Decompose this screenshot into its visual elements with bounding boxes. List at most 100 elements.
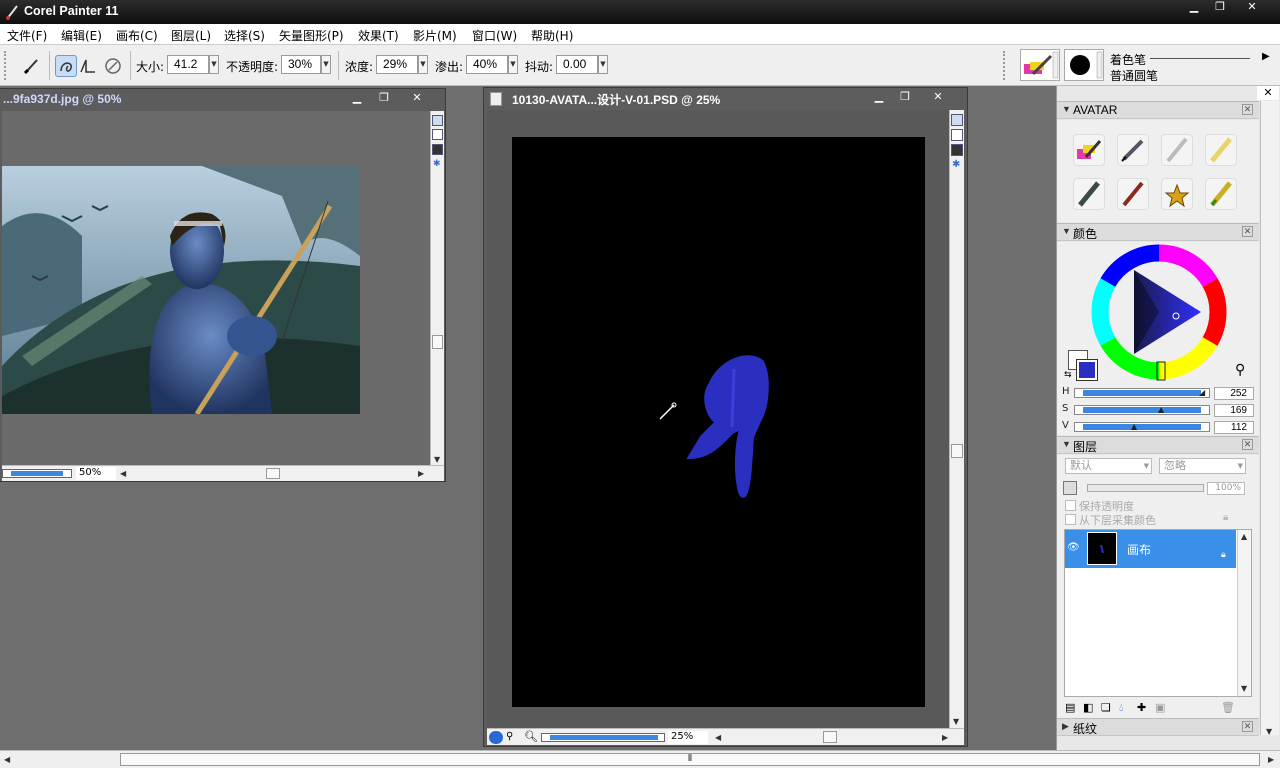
menu-edit[interactable]: 编辑(E)	[61, 27, 102, 44]
grip-handle[interactable]	[1003, 51, 1009, 80]
brush-chalk-icon[interactable]	[1205, 134, 1237, 166]
brush-fx-star-icon[interactable]	[1161, 178, 1193, 210]
size-dropdown[interactable]: ▼	[209, 55, 219, 74]
bleed-field[interactable]: 40%	[466, 55, 508, 74]
brush-pen-icon[interactable]	[1117, 134, 1149, 166]
minimize-app-button[interactable]: ▁	[1182, 0, 1206, 14]
clone-color-stamp-icon[interactable]: ⚲	[1235, 362, 1245, 378]
eye-visibility-icon[interactable]: 👁︎	[1067, 542, 1081, 554]
saturation-value[interactable]: 169	[1214, 404, 1254, 417]
new-layer-icon[interactable]: ✚	[1137, 701, 1146, 714]
avatar-palette-header[interactable]: ▼ AVATAR ✕	[1057, 101, 1259, 119]
layer-opacity-slider[interactable]	[1087, 484, 1204, 492]
magnifier-icon[interactable]: 🔍︎	[524, 731, 538, 744]
brush-colored-pencil-icon[interactable]	[1205, 178, 1237, 210]
menu-effects[interactable]: 效果(T)	[358, 27, 399, 44]
ref-vscroll-thumb[interactable]	[432, 335, 443, 349]
straight-line-icon[interactable]	[77, 55, 99, 77]
value-value[interactable]: 112	[1214, 421, 1254, 434]
jitter-dropdown[interactable]: ▼	[598, 55, 608, 74]
ref-zoom-slider[interactable]	[2, 469, 72, 478]
ref-minimize-button[interactable]: ▁	[348, 91, 366, 105]
main-zoom-field[interactable]: 25%	[668, 731, 708, 744]
size-field[interactable]: 41.2	[167, 55, 209, 74]
scroll-up-icon[interactable]: ▲	[1241, 532, 1247, 541]
menu-shapes[interactable]: 矢量图形(P)	[279, 27, 344, 44]
scroll-left-icon[interactable]: ◀	[715, 733, 721, 742]
preserve-transparency-checkbox[interactable]	[1065, 500, 1076, 511]
main-vscroll-thumb[interactable]	[951, 444, 963, 458]
delete-layer-icon[interactable]: 🗑︎	[1221, 701, 1235, 714]
layers-palette-header[interactable]: ▼ 图层 ✕	[1057, 436, 1259, 454]
ref-close-button[interactable]: ✕	[408, 91, 426, 105]
binoculars-icon[interactable]: ⚲	[506, 731, 520, 744]
scroll-down-icon[interactable]: ▼	[434, 455, 440, 464]
panel-close-button[interactable]: ✕	[1257, 86, 1279, 100]
bleed-dropdown[interactable]: ▼	[508, 55, 518, 74]
scroll-down-icon[interactable]: ▼	[1241, 684, 1247, 693]
menu-help[interactable]: 帮助(H)	[531, 27, 573, 44]
scroll-down-icon[interactable]: ▼	[1266, 727, 1272, 736]
brush-oil-icon[interactable]	[1117, 178, 1149, 210]
layer-lock-icon[interactable]: 🔒︎	[1221, 550, 1226, 560]
main-zoom-slider[interactable]	[541, 733, 665, 742]
palette-close-icon[interactable]: ✕	[1242, 439, 1253, 450]
layer-row-canvas[interactable]: 👁︎ 画布 🔒︎	[1065, 530, 1236, 568]
menu-select[interactable]: 选择(S)	[224, 27, 265, 44]
main-hscroll-thumb[interactable]	[823, 731, 837, 743]
scroll-left-icon[interactable]: ◀	[120, 469, 126, 478]
opacity-dropdown[interactable]: ▼	[321, 55, 331, 74]
menu-movie[interactable]: 影片(M)	[413, 27, 457, 44]
palette-close-icon[interactable]: ✕	[1242, 104, 1253, 115]
brush-tool-icon[interactable]	[21, 55, 43, 77]
collapse-arrow-icon[interactable]: ▼	[1062, 104, 1071, 114]
grip-handle[interactable]	[4, 51, 8, 80]
jitter-field[interactable]: 0.00	[556, 55, 598, 74]
group-layers-icon[interactable]: ❏	[1101, 701, 1111, 714]
brush-paint-icon[interactable]	[1073, 134, 1105, 166]
swap-colors-icon[interactable]: ⇆	[1064, 370, 1072, 380]
scroll-down-icon[interactable]: ▼	[953, 717, 959, 726]
brush-category-picker[interactable]	[1020, 49, 1060, 81]
primary-color-swatch[interactable]	[1076, 359, 1098, 381]
main-restore-button[interactable]: ❐	[896, 90, 914, 104]
collapse-arrow-icon[interactable]: ▼	[1062, 439, 1071, 449]
tracing-icon[interactable]: ✱	[952, 159, 960, 170]
layer-opacity-field[interactable]: 100%	[1207, 482, 1245, 495]
main-close-button[interactable]: ✕	[929, 90, 947, 104]
brush-airbrush-icon[interactable]	[1073, 178, 1105, 210]
collapse-arrow-icon[interactable]: ▼	[1062, 226, 1071, 236]
ref-restore-button[interactable]: ❐	[375, 91, 393, 105]
dynamic-plugin-icon[interactable]: ◧	[1083, 701, 1093, 714]
main-vertical-scrollbar[interactable]: ✱ ▼	[949, 110, 964, 728]
menu-file[interactable]: 文件(F)	[7, 27, 47, 44]
menu-canvas[interactable]: 画布(C)	[116, 27, 158, 44]
main-canvas-area[interactable]	[487, 110, 949, 728]
value-slider[interactable]: ▲	[1074, 422, 1210, 432]
hue-value[interactable]: 252	[1214, 387, 1254, 400]
paper-palette-header[interactable]: ▶ 纸纹 ✕	[1057, 718, 1259, 736]
main-minimize-button[interactable]: ▁	[870, 90, 888, 104]
view-toggle-icon[interactable]	[432, 115, 443, 126]
composite-depth-select[interactable]: 忽略 ▼	[1159, 458, 1246, 474]
color-mode-icon[interactable]	[432, 144, 443, 155]
reset-tool-icon[interactable]	[102, 55, 124, 77]
palette-close-icon[interactable]: ✕	[1242, 226, 1253, 237]
navigator-icon[interactable]	[489, 731, 503, 744]
opacity-field[interactable]: 30%	[281, 55, 321, 74]
tracing-icon[interactable]: ✱	[433, 159, 441, 169]
scroll-right-icon[interactable]: ▶	[418, 469, 424, 478]
hue-ring[interactable]	[1089, 242, 1229, 382]
toolbar-expand-arrow-icon[interactable]: ▶	[1262, 51, 1270, 62]
scroll-right-icon[interactable]: ▶	[942, 733, 948, 742]
color-mode-icon[interactable]	[951, 144, 963, 156]
brush-pencil-grey-icon[interactable]	[1161, 134, 1193, 166]
restore-app-button[interactable]: ❐	[1208, 0, 1232, 14]
hue-slider[interactable]: ◢	[1074, 388, 1210, 398]
grid-icon[interactable]	[432, 129, 443, 140]
mask-icon[interactable]: ▣	[1155, 701, 1165, 714]
menu-layers[interactable]: 图层(L)	[171, 27, 211, 44]
composite-method-select[interactable]: 默认 ▼	[1065, 458, 1152, 474]
panel-scrollbar[interactable]: ▼	[1260, 101, 1279, 736]
workspace-hscroll-thumb[interactable]: ⦀	[120, 753, 1260, 766]
